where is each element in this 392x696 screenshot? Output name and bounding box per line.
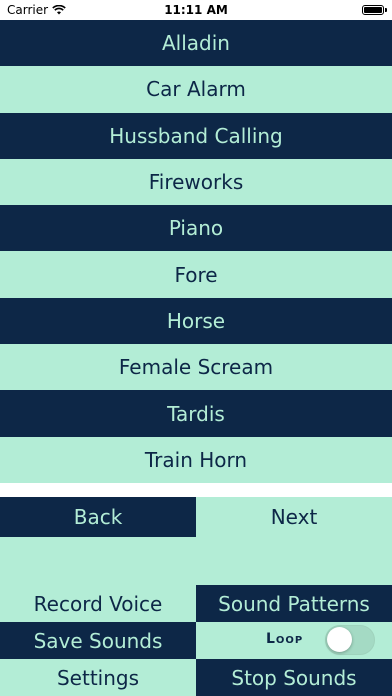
sound-button-fore[interactable]: Fore xyxy=(0,251,392,298)
sound-button-female-scream[interactable]: Female Scream xyxy=(0,344,392,391)
sound-button-car-alarm[interactable]: Car Alarm xyxy=(0,66,392,113)
battery-icon xyxy=(362,5,387,15)
sound-button-hussband-calling[interactable]: Hussband Calling xyxy=(0,112,392,159)
control-panel: Back Next Record Voice Sound Patterns Sa… xyxy=(0,497,392,696)
toggle-knob xyxy=(327,627,352,652)
divider xyxy=(0,483,392,497)
sound-button-train-horn[interactable]: Train Horn xyxy=(0,436,392,483)
status-bar: Carrier 11:11 AM xyxy=(0,0,392,20)
loop-label: Loop xyxy=(266,631,304,647)
next-button[interactable]: Next xyxy=(196,497,392,537)
loop-control: Loop xyxy=(196,622,392,659)
sound-button-fireworks[interactable]: Fireworks xyxy=(0,158,392,206)
stop-sounds-button[interactable]: Stop Sounds xyxy=(196,659,392,696)
loop-toggle[interactable] xyxy=(325,625,375,655)
sound-button-piano[interactable]: Piano xyxy=(0,205,392,252)
status-time: 11:11 AM xyxy=(164,3,228,17)
sound-button-horse[interactable]: Horse xyxy=(0,297,392,345)
back-button[interactable]: Back xyxy=(0,497,196,537)
sound-patterns-button[interactable]: Sound Patterns xyxy=(196,585,392,622)
sound-button-tardis[interactable]: Tardis xyxy=(0,390,392,437)
sound-list: Alladin Car Alarm Hussband Calling Firew… xyxy=(0,20,392,483)
sound-button-alladin[interactable]: Alladin xyxy=(0,20,392,67)
settings-button[interactable]: Settings xyxy=(0,659,196,696)
record-voice-button[interactable]: Record Voice xyxy=(0,585,196,622)
save-sounds-button[interactable]: Save Sounds xyxy=(0,622,196,659)
